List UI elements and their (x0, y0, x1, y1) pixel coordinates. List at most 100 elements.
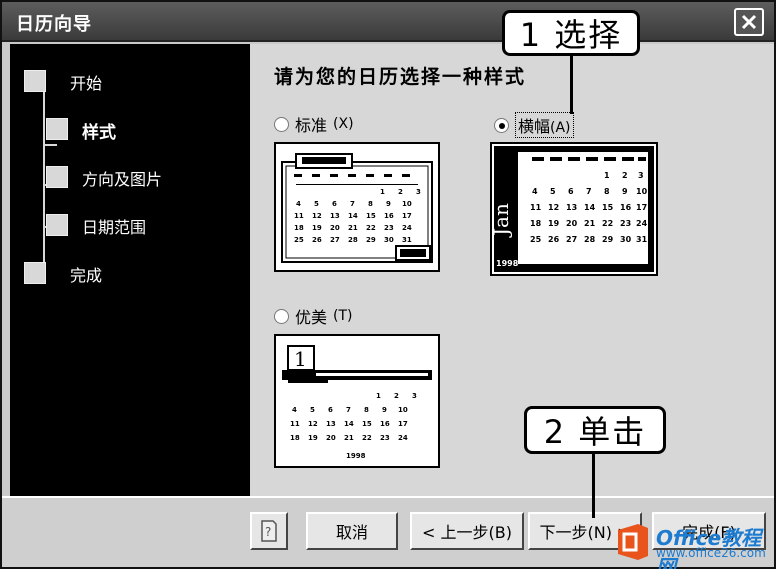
svg-text:11: 11 (290, 420, 300, 428)
svg-text:12: 12 (308, 420, 318, 428)
preview-elegant[interactable]: 1 123 4 5 6 7 8 9 10 11 12 13 14 15 16 17 18 19 20 21 22… (274, 334, 440, 468)
svg-text:2: 2 (394, 392, 399, 400)
office-logo-icon (618, 524, 648, 560)
radio-banner-label: 横幅 (518, 117, 551, 136)
svg-text:12: 12 (312, 212, 322, 220)
svg-text:1: 1 (604, 171, 610, 180)
svg-text:9: 9 (386, 200, 391, 208)
radio-standard-accel: (X) (333, 116, 354, 132)
svg-text:2: 2 (398, 188, 403, 196)
svg-text:14: 14 (344, 420, 354, 428)
svg-text:13: 13 (566, 203, 577, 212)
svg-text:?: ? (265, 525, 271, 539)
svg-text:18: 18 (294, 224, 304, 232)
svg-text:20: 20 (566, 219, 578, 228)
radio-circle[interactable] (274, 116, 289, 132)
svg-text:Jan: Jan (492, 203, 513, 238)
radio-circle[interactable] (274, 308, 289, 324)
svg-text:20: 20 (330, 224, 340, 232)
calendar-wizard-dialog: 日历向导 开始 样式 方向及图片 日期范围 完成 请为您的日历选择一种样式 标准… (0, 0, 776, 569)
svg-text:16: 16 (384, 212, 394, 220)
svg-text:10: 10 (402, 200, 412, 208)
svg-text:31: 31 (636, 235, 648, 244)
svg-text:1: 1 (294, 347, 307, 371)
radio-banner-text: 横幅(A) (515, 112, 574, 138)
svg-text:5: 5 (314, 200, 319, 208)
callout-select: 1 选择 (502, 10, 640, 56)
step-node-finish (24, 262, 46, 284)
step-node-orientation (46, 166, 68, 188)
svg-text:1998: 1998 (496, 259, 519, 268)
cancel-button[interactable]: 取消 (306, 512, 398, 550)
svg-text:7: 7 (586, 187, 592, 196)
svg-text:31: 31 (402, 236, 412, 244)
radio-banner[interactable]: 横幅(A) (494, 112, 574, 138)
page-heading: 请为您的日历选择一种样式 (274, 66, 527, 88)
svg-text:23: 23 (620, 219, 631, 228)
svg-text:23: 23 (384, 224, 394, 232)
svg-text:24: 24 (636, 219, 648, 228)
svg-text:24: 24 (402, 224, 412, 232)
watermark-url: www.office26.com (656, 546, 766, 560)
svg-text:29: 29 (366, 236, 376, 244)
svg-text:19: 19 (548, 219, 560, 228)
step-node-start (24, 70, 46, 92)
svg-text:13: 13 (330, 212, 340, 220)
svg-text:10: 10 (636, 187, 648, 196)
svg-text:20: 20 (326, 434, 336, 442)
svg-text:8: 8 (604, 187, 610, 196)
svg-text:3: 3 (638, 171, 644, 180)
svg-text:17: 17 (398, 420, 408, 428)
svg-text:21: 21 (344, 434, 354, 442)
radio-banner-accel: (A) (550, 120, 571, 136)
back-button[interactable]: < 上一步(B) (410, 512, 524, 550)
svg-text:8: 8 (364, 406, 369, 414)
svg-text:19: 19 (308, 434, 318, 442)
step-node-style (46, 118, 68, 140)
svg-text:22: 22 (362, 434, 372, 442)
nav-item-date-range[interactable]: 日期范围 (82, 214, 146, 238)
radio-standard[interactable]: 标准 (X) (274, 112, 354, 136)
svg-text:1: 1 (380, 188, 385, 196)
svg-text:7: 7 (346, 406, 351, 414)
preview-banner[interactable]: Jan 1998 123 4 5 6 7 8 9 10 11 12 13 14 15 16 17 18 1… (489, 142, 658, 276)
radio-circle-selected[interactable] (494, 117, 509, 133)
help-icon: ? (261, 520, 277, 542)
radio-elegant-label: 优美 (295, 308, 328, 327)
svg-text:4: 4 (296, 200, 301, 208)
svg-text:15: 15 (366, 212, 376, 220)
nav-item-finish[interactable]: 完成 (70, 262, 102, 286)
svg-text:15: 15 (602, 203, 614, 212)
svg-text:15: 15 (362, 420, 372, 428)
svg-text:23: 23 (380, 434, 390, 442)
svg-text:10: 10 (398, 406, 408, 414)
nav-item-style[interactable]: 样式 (82, 118, 116, 143)
svg-text:27: 27 (330, 236, 340, 244)
callout-click-pointer (592, 454, 595, 518)
svg-text:30: 30 (384, 236, 394, 244)
preview-standard[interactable]: 123 4 5 6 7 8 9 10 11 12 13 14 15 16 17 18 19 20 21 22 23… (274, 142, 440, 272)
close-icon (741, 14, 757, 30)
svg-text:3: 3 (416, 188, 421, 196)
radio-elegant[interactable]: 优美 (T) (274, 304, 353, 328)
svg-text:4: 4 (292, 406, 297, 414)
nav-item-orientation-picture[interactable]: 方向及图片 (82, 166, 162, 190)
help-button[interactable]: ? (250, 512, 288, 550)
svg-text:16: 16 (380, 420, 390, 428)
radio-standard-label: 标准 (295, 116, 328, 135)
svg-text:6: 6 (328, 406, 333, 414)
svg-text:6: 6 (568, 187, 574, 196)
radio-elegant-accel: (T) (333, 308, 353, 324)
svg-text:29: 29 (602, 235, 614, 244)
svg-text:30: 30 (620, 235, 632, 244)
svg-text:2: 2 (622, 171, 628, 180)
close-button[interactable] (734, 8, 764, 36)
svg-text:1998: 1998 (346, 452, 366, 460)
svg-text:17: 17 (402, 212, 412, 220)
svg-text:19: 19 (312, 224, 322, 232)
svg-text:22: 22 (602, 219, 613, 228)
svg-text:9: 9 (622, 187, 628, 196)
svg-text:13: 13 (326, 420, 336, 428)
svg-text:12: 12 (548, 203, 559, 212)
nav-item-start[interactable]: 开始 (70, 70, 102, 94)
